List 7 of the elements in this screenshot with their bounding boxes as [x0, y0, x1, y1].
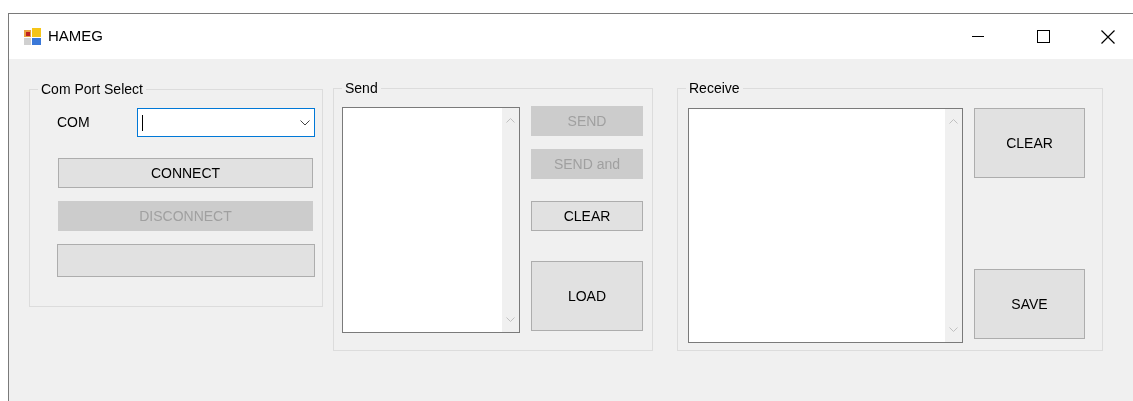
- push-button[interactable]: CLEAR: [531, 201, 643, 231]
- window-title: HAMEG: [48, 26, 103, 47]
- push-button[interactable]: LOAD: [531, 261, 643, 331]
- push-button[interactable]: CLEAR: [974, 108, 1085, 178]
- push-button[interactable]: CONNECT: [58, 158, 313, 188]
- field-label: COM: [57, 113, 91, 132]
- push-button[interactable]: SAVE: [974, 269, 1085, 339]
